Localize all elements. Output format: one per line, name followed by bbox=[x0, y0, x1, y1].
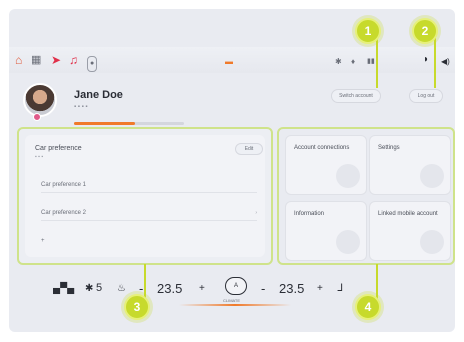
car-preference-highlight: Car preference ▪ ▪ ▪ Edit Car preference… bbox=[17, 127, 273, 265]
climate-auto-text: A bbox=[233, 283, 238, 289]
chevron-right-icon: › bbox=[255, 209, 257, 216]
linked-mobile-account-tile[interactable]: Linked mobile account bbox=[369, 201, 451, 261]
tile-decoration bbox=[420, 164, 444, 188]
callout-badge-4: 4 bbox=[355, 294, 381, 320]
climate-bar: ▄▀▄ ✱ 5 ♨ - 23.5 + A CLIMATE - 23.5 + ᒧ bbox=[9, 271, 455, 307]
music-icon[interactable]: ♫ bbox=[69, 53, 78, 67]
tile-label: Settings bbox=[378, 145, 400, 151]
tile-label: Account connections bbox=[294, 145, 350, 151]
infotainment-screen: ⌂ ▦ ➤ ♫ ● ▬ ✱ ♦ ▮▮ ◗ ◀) Jane Doe ▪ ▪ ▪ ▪… bbox=[9, 9, 455, 332]
left-temp-value: 23.5 bbox=[157, 281, 183, 296]
tile-label: Information bbox=[294, 211, 325, 217]
tile-decoration bbox=[420, 230, 444, 254]
car-preference-title: Car preference bbox=[35, 145, 82, 152]
information-tile[interactable]: Information bbox=[285, 201, 367, 261]
dab-icon[interactable]: ● bbox=[87, 56, 98, 72]
callout-leader-3 bbox=[144, 264, 146, 298]
right-temp-plus-button[interactable]: + bbox=[317, 283, 323, 294]
add-car-preference-row[interactable]: + bbox=[41, 233, 257, 249]
profile-progress-fill bbox=[74, 122, 135, 125]
bluetooth-icon: ✱ bbox=[335, 57, 342, 66]
car-preference-subtitle: ▪ ▪ ▪ bbox=[35, 154, 44, 160]
avatar-status-dot bbox=[33, 113, 41, 121]
user-level: ▪ ▪ ▪ ▪ bbox=[74, 104, 88, 110]
status-bar: ⌂ ▦ ➤ ♫ ● ▬ ✱ ♦ ▮▮ ◗ ◀) bbox=[9, 47, 455, 73]
plus-icon: + bbox=[41, 238, 45, 244]
home-icon[interactable]: ⌂ bbox=[15, 53, 22, 67]
signal-icon: ▮▮ bbox=[367, 58, 375, 65]
car-preference-row[interactable]: Car preference 2 › bbox=[41, 205, 257, 221]
callout-leader-1 bbox=[376, 36, 378, 88]
car-preference-row-label: Car preference 2 bbox=[41, 209, 87, 216]
switch-account-button[interactable]: Switch account bbox=[331, 89, 381, 103]
tile-label: Linked mobile account bbox=[378, 211, 438, 217]
seat-heat-icon[interactable]: ♨ bbox=[117, 283, 126, 294]
climate-label: CLIMATE bbox=[223, 298, 241, 303]
account-tiles-highlight: Account connections Settings Information… bbox=[277, 127, 455, 265]
climate-accent-line bbox=[179, 304, 291, 306]
car-icon[interactable]: ▄▀▄ bbox=[53, 283, 74, 294]
right-temp-value: 23.5 bbox=[279, 281, 305, 296]
settings-tile[interactable]: Settings bbox=[369, 135, 451, 195]
callout-leader-4 bbox=[376, 264, 378, 300]
fan-speed-value: 5 bbox=[96, 282, 103, 294]
climate-auto-button[interactable]: A bbox=[225, 277, 247, 295]
car-preference-edit-button[interactable]: Edit bbox=[235, 143, 263, 155]
callout-badge-2: 2 bbox=[412, 18, 438, 44]
volume-icon[interactable]: ◀) bbox=[441, 55, 450, 69]
moon-icon: ◗ bbox=[423, 54, 430, 65]
notification-icon[interactable]: ▬ bbox=[225, 55, 233, 69]
seat-icon[interactable]: ᒧ bbox=[337, 283, 343, 294]
fan-icon[interactable]: ✱ bbox=[85, 283, 93, 294]
grid-icon[interactable]: ▦ bbox=[31, 53, 41, 67]
profile-progress-bar bbox=[74, 122, 184, 125]
log-out-button[interactable]: Log out bbox=[409, 89, 443, 103]
tile-decoration bbox=[336, 230, 360, 254]
callout-badge-1: 1 bbox=[355, 18, 381, 44]
callout-badge-3: 3 bbox=[124, 294, 150, 320]
account-connections-tile[interactable]: Account connections bbox=[285, 135, 367, 195]
car-preference-row[interactable]: Car preference 1 bbox=[41, 177, 257, 193]
right-temp-minus-button[interactable]: - bbox=[261, 281, 265, 296]
tile-decoration bbox=[336, 164, 360, 188]
navigation-icon[interactable]: ➤ bbox=[51, 53, 61, 67]
user-name: Jane Doe bbox=[74, 89, 123, 101]
callout-leader-2 bbox=[434, 36, 436, 88]
mic-icon: ♦ bbox=[351, 57, 356, 66]
left-temp-plus-button[interactable]: + bbox=[199, 283, 205, 294]
car-preference-card[interactable]: Car preference ▪ ▪ ▪ Edit Car preference… bbox=[25, 135, 265, 257]
car-preference-row-label: Car preference 1 bbox=[41, 181, 87, 188]
avatar[interactable] bbox=[23, 83, 57, 117]
